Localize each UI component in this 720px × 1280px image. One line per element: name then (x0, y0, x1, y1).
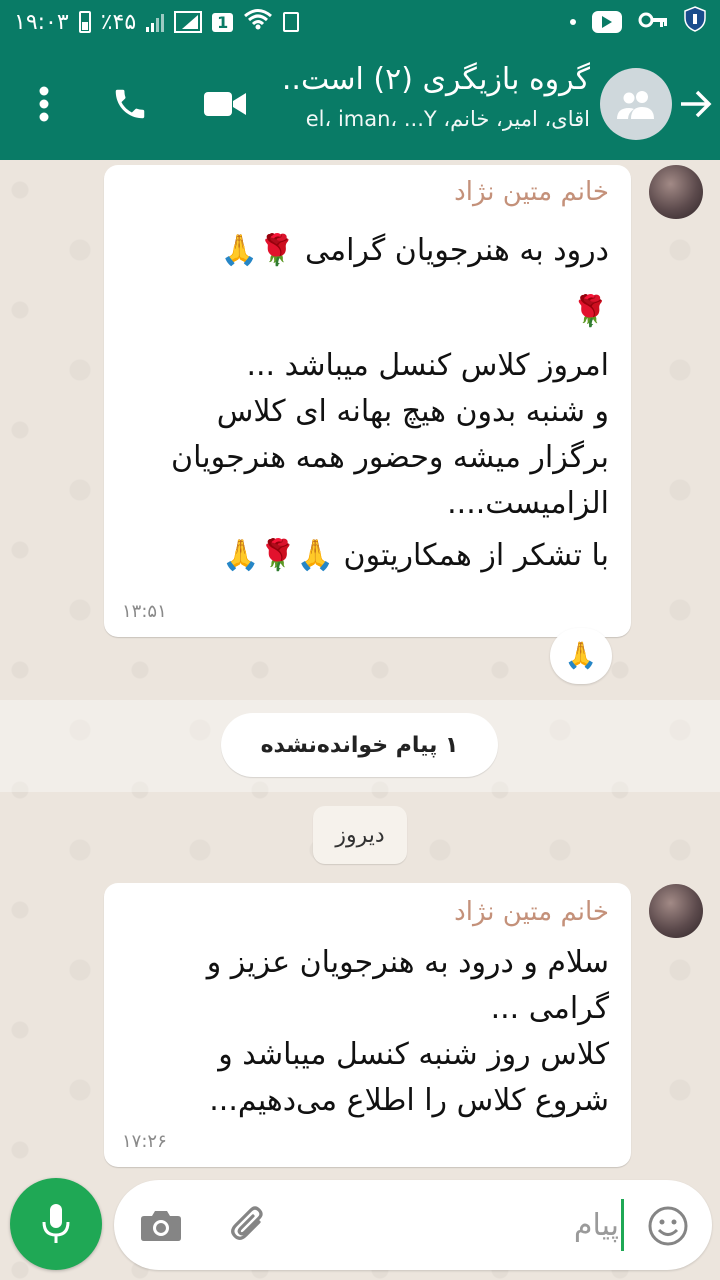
phone-call-icon (115, 89, 145, 119)
message-line: 🌹 (571, 294, 609, 329)
message-time: ۱۷:۲۶ (122, 1131, 167, 1152)
sender-avatar[interactable] (649, 884, 703, 938)
group-avatar[interactable] (600, 68, 672, 140)
message-bubble-1[interactable]: خانم متین نژاد درود به هنرجویان گرامی 🌹🙏… (104, 165, 631, 637)
message-line: سلام و درود به هنرجویان عزیز و (206, 945, 609, 980)
message-line: کلاس روز شنبه کنسل میباشد و (218, 1037, 609, 1072)
message-sender[interactable]: خانم متین نژاد (454, 177, 609, 207)
wifi-icon (243, 8, 273, 36)
message-reaction[interactable]: 🙏 (550, 628, 612, 684)
message-line: درود به هنرجویان گرامی 🌹🙏 (220, 233, 609, 268)
sim-badge: 1 (212, 12, 234, 32)
sender-avatar[interactable] (649, 165, 703, 219)
date-label: دیروز (335, 822, 385, 848)
message-sender[interactable]: خانم متین نژاد (454, 897, 609, 927)
youtube-icon (592, 11, 622, 33)
recycle-icon (283, 12, 300, 32)
signal-icon-2 (174, 11, 203, 33)
message-line: و شنبه بدون هیچ بهانه ای کلاس (216, 394, 609, 429)
battery-icon (78, 11, 91, 33)
more-vert-icon (39, 86, 49, 122)
group-members: اقای، امیر، خانم، el، iman، ...Y (305, 107, 590, 131)
message-line: گرامی ... (490, 991, 609, 1026)
emoji-button[interactable] (642, 1200, 694, 1252)
group-name: گروه بازیگری (۲) است.. (281, 62, 590, 97)
message-bubble-2[interactable]: خانم متین نژاد سلام و درود به هنرجویان ع… (104, 883, 631, 1167)
video-call-button[interactable] (192, 72, 258, 136)
message-line: امروز کلاس کنسل میباشد ... (246, 348, 609, 383)
vpn-shield-icon (684, 6, 706, 38)
battery-level: ٪۴۵ (100, 9, 137, 35)
message-placeholder: پیام (573, 1207, 619, 1243)
status-bar: ۱۹:۰۳ ٪۴۵ 1 (0, 0, 720, 44)
camera-button[interactable] (136, 1200, 186, 1250)
message-time: ۱۳:۵۱ (122, 601, 167, 622)
attach-icon (231, 1206, 263, 1240)
message-line: با تشکر از همکاریتون 🙏🌹🙏 (221, 538, 609, 573)
unread-banner: ۱ پیام خوانده‌نشده (221, 713, 498, 777)
key-icon (638, 10, 668, 35)
back-button[interactable] (674, 80, 718, 128)
date-chip: دیروز (313, 806, 407, 864)
message-input[interactable]: پیام (294, 1194, 624, 1256)
mic-icon (42, 1204, 70, 1243)
status-time: ۱۹:۰۳ (14, 9, 69, 35)
chat-header: گروه بازیگری (۲) است.. اقای، امیر، خانم،… (0, 44, 720, 160)
mic-button[interactable] (10, 1178, 102, 1270)
attach-button[interactable] (222, 1198, 276, 1252)
back-arrow-icon (681, 90, 712, 118)
dot-icon (570, 19, 576, 25)
emoji-icon (648, 1206, 688, 1246)
message-line: الزامیست.... (447, 486, 609, 521)
message-line: شروع کلاس را اطلاع می‌دهیم... (209, 1083, 609, 1118)
more-options-button[interactable] (18, 74, 70, 134)
message-line: برگزار میشه وحضور همه هنرجویان (171, 440, 609, 475)
message-composer[interactable]: پیام (114, 1180, 712, 1270)
group-avatar-icon (617, 91, 654, 119)
signal-icon (146, 12, 165, 32)
reaction-emoji: 🙏 (564, 641, 598, 671)
video-call-icon (204, 92, 246, 116)
text-cursor (621, 1199, 624, 1251)
voice-call-button[interactable] (100, 72, 160, 136)
camera-icon (141, 1211, 181, 1241)
chat-title-area[interactable]: گروه بازیگری (۲) است.. اقای، امیر، خانم،… (270, 58, 590, 148)
unread-label: ۱ پیام خوانده‌نشده (260, 732, 459, 758)
